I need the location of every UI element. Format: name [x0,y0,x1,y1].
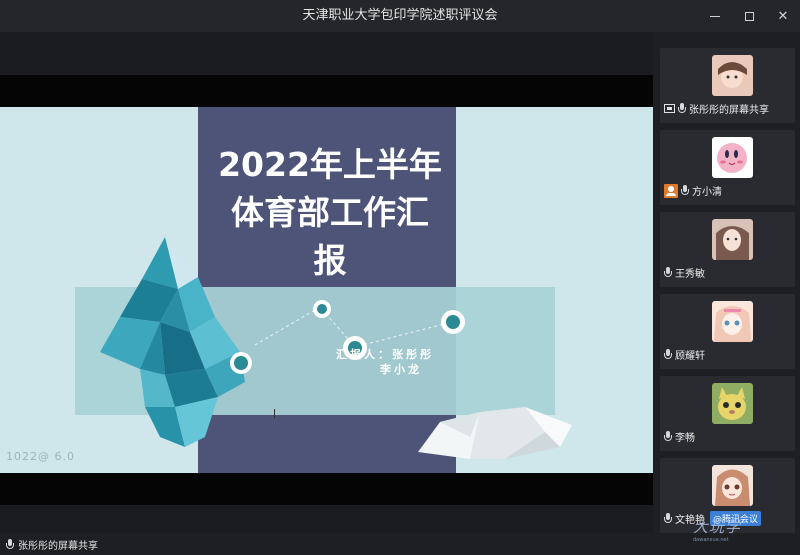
microphone-icon [681,184,689,197]
slide-title-line: 2022年上半年 [218,145,442,184]
site-watermark-text: 大玩学 [693,518,742,536]
microphone-icon [664,266,672,279]
slide-title-line: 体育部工作汇 [231,193,429,232]
letterbox-bottom [0,473,653,505]
maximize-icon [744,11,754,21]
participant-sidebar: 张彤彤的屏幕共享 方小清 王秀敏 顾耀轩 李畅 文艳艳 @腾讯会议 [653,32,800,533]
participant-tile[interactable]: 王秀敏 [660,212,795,287]
sharing-indicator[interactable]: 张彤彤的屏幕共享 [6,537,98,552]
title-bar: 天津职业大学包印学院述职评议会 ✕ [0,0,800,32]
mouse-cursor-icon [274,409,280,418]
sharing-label: 张彤彤的屏幕共享 [18,541,98,552]
minimize-button[interactable] [698,0,732,32]
participant-name: 李畅 [675,433,695,444]
microphone-icon [664,430,672,443]
slide-title: 2022年上半年 体育部工作汇 报 [190,141,470,285]
avatar [712,383,753,424]
reporter-line: 李小龙 [380,363,422,376]
avatar [712,465,753,506]
rock-illustration [418,407,572,459]
avatar [712,301,753,342]
avatar [712,55,753,96]
microphone-icon [664,348,672,361]
participant-label: 李畅 [664,429,695,444]
participant-name: 张彤彤的屏幕共享 [689,105,769,116]
avatar [712,137,753,178]
participant-label: 张彤彤的屏幕共享 [664,101,769,116]
participant-tile[interactable]: 顾耀轩 [660,294,795,369]
site-watermark: 大玩学 dawanxue.net [693,516,793,550]
participant-name: 顾耀轩 [675,351,705,362]
close-icon: ✕ [777,8,789,24]
participant-tile[interactable]: 张彤彤的屏幕共享 [660,48,795,123]
close-button[interactable]: ✕ [766,0,800,32]
slide-watermark: 1022@ 6.0 [6,450,75,463]
microphone-icon [678,102,686,115]
participant-label: 顾耀轩 [664,347,705,362]
participant-name: 方小清 [692,187,722,198]
screen-share-icon [664,104,675,113]
meeting-window: 天津职业大学包印学院述职评议会 ✕ 2022年上半年 体育部工作汇 报 汇报人：… [0,0,800,555]
maximize-button[interactable] [732,0,766,32]
avatar [712,219,753,260]
participant-tile[interactable]: 方小清 [660,130,795,205]
microphone-icon [6,538,14,551]
status-bar: 张彤彤的屏幕共享 [0,533,653,555]
presentation-slide: 2022年上半年 体育部工作汇 报 汇报人：张彤彤 李小龙 1022@ 6.0 [0,107,653,473]
window-title: 天津职业大学包印学院述职评议会 [302,8,498,23]
slide-reporter: 汇报人：张彤彤 李小龙 [336,347,434,377]
host-icon [664,183,678,198]
minimize-icon [710,15,720,17]
letterbox-top [0,75,653,107]
shared-screen-area[interactable]: 2022年上半年 体育部工作汇 报 汇报人：张彤彤 李小龙 1022@ 6.0 [0,32,653,533]
participant-label: 方小清 [664,183,722,198]
slide-title-line: 报 [313,241,347,280]
microphone-icon [664,512,672,525]
reporter-line: 汇报人：张彤彤 [336,348,434,361]
participant-name: 王秀敏 [675,269,705,280]
participant-label: 王秀敏 [664,265,705,280]
site-watermark-url: dawanxue.net [693,537,729,543]
participant-tile[interactable]: 李畅 [660,376,795,451]
